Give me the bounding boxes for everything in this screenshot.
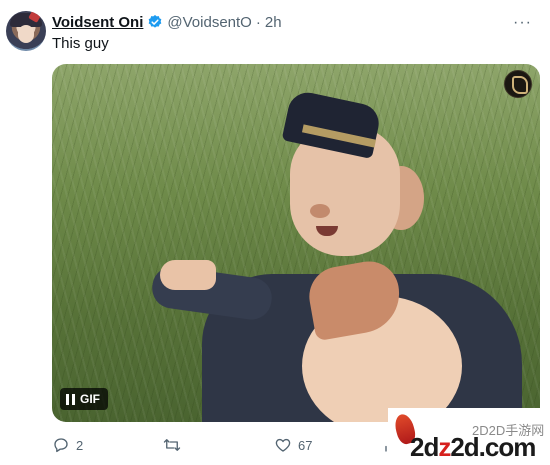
tweet-text: This guy [52,35,109,52]
avatar-face [18,25,34,43]
like-icon [275,438,291,452]
more-icon[interactable]: ··· [513,14,532,32]
watermark-brand-rest: 2d.com [450,432,536,462]
figure-pointing-hand [160,260,216,290]
gif-media[interactable]: GIF [52,64,540,422]
site-watermark: 2D2D手游网 2dz2d.com [388,408,550,465]
like-button[interactable]: 67 [274,436,312,454]
watermark-brand-z: z [438,432,451,462]
watermark-brand-digits: 2d [410,432,439,462]
retweet-button[interactable] [162,436,182,454]
timestamp[interactable]: 2h [265,14,282,31]
watermark-brand: 2dz2d.com [410,432,536,463]
figure-nose [310,204,330,218]
author-name[interactable]: Voidsent Oni [52,14,143,31]
reply-count: 2 [76,437,84,453]
like-count: 67 [298,437,313,453]
retweet-icon [163,439,181,451]
author-handle[interactable]: @VoidsentO [167,14,251,31]
action-bar: 2 67 [52,436,392,456]
reply-button[interactable]: 2 [52,436,83,454]
verified-badge-icon [149,15,162,28]
gif-badge[interactable]: GIF [60,388,108,410]
separator-dot: · [255,13,261,31]
channel-logo-icon [504,70,532,98]
reply-icon [54,438,68,453]
tweet-header: Voidsent Oni @VoidsentO · 2h [52,12,282,32]
avatar[interactable] [6,11,46,51]
gif-label: GIF [80,392,100,406]
pause-icon[interactable] [66,393,75,405]
